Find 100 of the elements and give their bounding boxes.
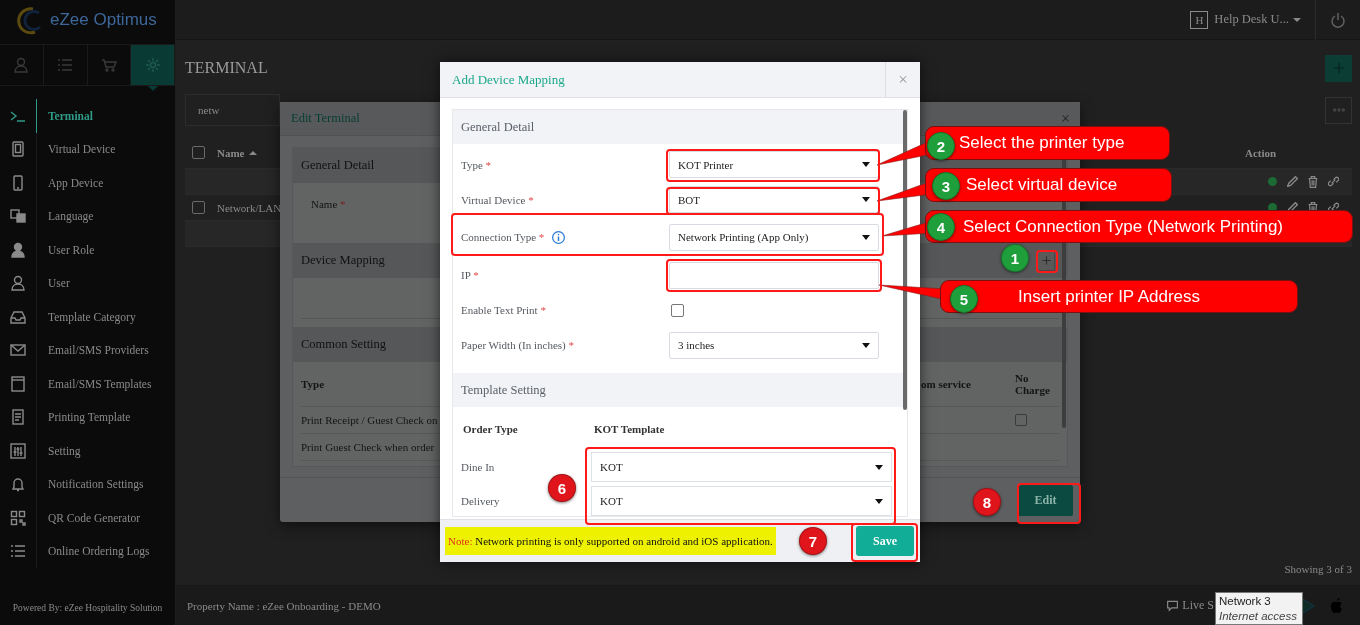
phone-icon [10, 174, 26, 191]
sidebar-label: Terminal [36, 99, 93, 133]
person-icon [13, 57, 30, 73]
sidebar-label: Language [47, 209, 94, 225]
sidebar-item[interactable]: Notification Settings [0, 467, 175, 501]
caret-icon [862, 197, 870, 202]
sidebar-item[interactable]: Online Ordering Logs [0, 534, 175, 568]
window-icon [10, 375, 26, 392]
sidebar-item[interactable]: Template Category [0, 300, 175, 334]
sidebar-label: QR Code Generator [47, 510, 140, 526]
sort-icon [248, 150, 257, 155]
step-badge: 2 [927, 132, 955, 160]
caret-icon [862, 162, 870, 167]
pagination-text: Showing 3 of 3 [1283, 563, 1352, 575]
sidebar-label: Notification Settings [47, 477, 144, 493]
sidebar-item[interactable]: Printing Template [0, 400, 175, 434]
field-label: Paper Width (In inches) * [461, 339, 574, 351]
dropdown[interactable]: 3 inches [669, 331, 879, 359]
sidebar-label: Virtual Device [47, 142, 116, 158]
column-header: No Charge [1015, 372, 1051, 396]
sidebar-item[interactable]: Terminal [0, 99, 175, 133]
row-label: Dine In [461, 461, 495, 473]
caret-icon [1293, 17, 1301, 22]
inbox-icon [10, 308, 26, 325]
chat-icon [1166, 599, 1180, 612]
user-menu[interactable]: Help Desk U... [1214, 0, 1316, 40]
sidebar-label: User [47, 276, 70, 292]
powered-by-text: Powered By: eZee Hospitality Solution [11, 603, 164, 615]
qr-code-icon [10, 509, 26, 526]
note-text: Note: Network printing is only supported on android and iOS application. [445, 527, 776, 555]
section-title: Template Setting [461, 382, 546, 398]
section-title: General Detail [301, 158, 375, 173]
column-header: om service [921, 378, 971, 390]
sidebar-item[interactable]: User Role [0, 233, 175, 267]
column-header: Type [301, 378, 325, 390]
search-field[interactable]: netw [185, 94, 280, 126]
page-title: TERMINAL [185, 59, 268, 77]
live-support-link[interactable]: Live S [1182, 598, 1214, 613]
highlight-frame [1036, 250, 1058, 273]
link-icon [1328, 176, 1339, 187]
list-icon [10, 543, 26, 560]
dropdown[interactable]: KOT [591, 486, 892, 516]
checkbox[interactable] [1015, 414, 1027, 426]
sidebar-item[interactable]: Language [0, 199, 175, 233]
dialog-title: Add Device Mapping [451, 71, 565, 88]
field-label: Virtual Device * [461, 193, 534, 206]
table-cell: Network/LAN [217, 201, 282, 214]
checkbox[interactable] [192, 201, 205, 214]
dropdown[interactable]: KOT [591, 452, 892, 482]
sidebar-label: Email/SMS Templates [47, 376, 152, 393]
callout-text: Insert printer IP Address [1018, 286, 1201, 307]
field-label: Connection Type * [461, 231, 545, 243]
caret-icon [875, 464, 883, 470]
settings-icon [144, 57, 161, 73]
sidebar-item[interactable]: Email/SMS Templates [0, 367, 175, 401]
callout-text: Select the printer type [959, 133, 1125, 153]
highlight-frame [1017, 483, 1081, 524]
sidebar-item[interactable]: Email/SMS Providers [0, 333, 175, 367]
dropdown[interactable]: Network Printing (App Only) [669, 223, 879, 251]
field-label: IP * [461, 269, 479, 281]
checkbox[interactable] [192, 146, 205, 159]
sidebar-item[interactable]: Setting [0, 434, 175, 468]
column-header: Order Type [463, 422, 519, 435]
sidebar-label: Template Category [47, 309, 136, 326]
tooltip-title: Network 3 [1219, 594, 1272, 609]
column-header[interactable]: Name [217, 146, 245, 159]
edit-button[interactable]: Edit [1018, 484, 1073, 516]
step-badge: 4 [927, 213, 955, 241]
sidebar-label: Printing Template [47, 410, 131, 426]
add-button[interactable] [1325, 54, 1352, 82]
sidebar-item[interactable]: App Device [0, 166, 175, 200]
mail-icon [10, 342, 26, 359]
list-icon [57, 57, 74, 73]
caret-icon [862, 342, 870, 348]
column-header: KOT Template [594, 422, 665, 435]
sidebar-item[interactable]: QR Code Generator [0, 501, 175, 535]
caret-icon [862, 234, 870, 240]
person-icon [10, 275, 26, 292]
status-dot [1268, 177, 1277, 186]
column-header: Action [1245, 146, 1277, 159]
property-name: Property Name : eZee Onboarding - DEMO [187, 599, 382, 612]
caret-icon [875, 498, 883, 504]
document-icon [10, 409, 26, 426]
tooltip-subtitle: Internet access [1219, 609, 1298, 624]
sidebar-item[interactable]: Virtual Device [0, 132, 175, 166]
power-icon [1330, 11, 1346, 28]
row-label: Delivery [461, 495, 500, 507]
link-icon [1328, 202, 1339, 213]
callout-text: Select virtual device [966, 175, 1118, 195]
section-title: General Detail [461, 119, 535, 135]
step-badge: 5 [950, 285, 978, 313]
apple-icon [1328, 597, 1345, 614]
sidebar-item[interactable]: User [0, 266, 175, 300]
dialog-title: Edit Terminal [291, 111, 360, 126]
checkbox[interactable] [671, 303, 684, 317]
cart-icon [100, 57, 117, 73]
pencil-icon [1287, 176, 1298, 187]
sidebar-label: App Device [47, 175, 104, 192]
more-button[interactable] [1325, 96, 1352, 124]
field-label: Enable Text Print * [461, 304, 546, 316]
